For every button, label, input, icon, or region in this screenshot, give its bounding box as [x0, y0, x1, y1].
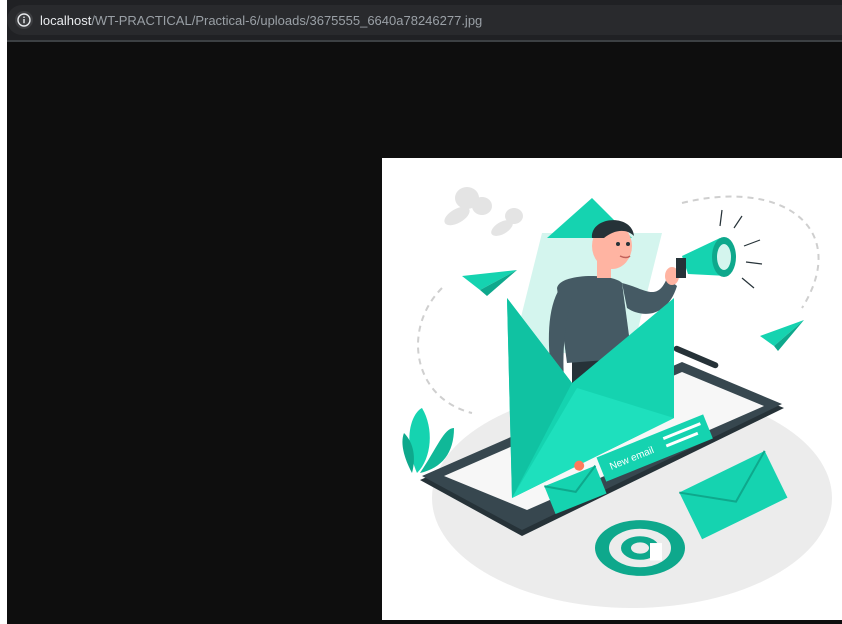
megaphone-icon — [676, 209, 763, 289]
url-host: localhost — [40, 13, 92, 28]
browser-toolbar: localhost/WT-PRACTICAL/Practical-6/uploa… — [7, 0, 842, 40]
url-path: /WT-PRACTICAL/Practical-6/uploads/367555… — [91, 13, 483, 28]
email-marketing-illustration: New email — [402, 187, 832, 608]
displayed-image: New email — [382, 158, 842, 620]
url-text[interactable]: localhost/WT-PRACTICAL/Practical-6/uploa… — [40, 13, 482, 28]
paper-plane-icon — [760, 320, 804, 351]
address-bar[interactable]: localhost/WT-PRACTICAL/Practical-6/uploa… — [7, 5, 842, 35]
paper-plane-icon — [462, 270, 517, 296]
info-icon[interactable] — [15, 11, 33, 29]
window-edge — [0, 0, 7, 624]
cloud-icon — [444, 187, 523, 236]
dashed-path-left — [417, 287, 473, 414]
